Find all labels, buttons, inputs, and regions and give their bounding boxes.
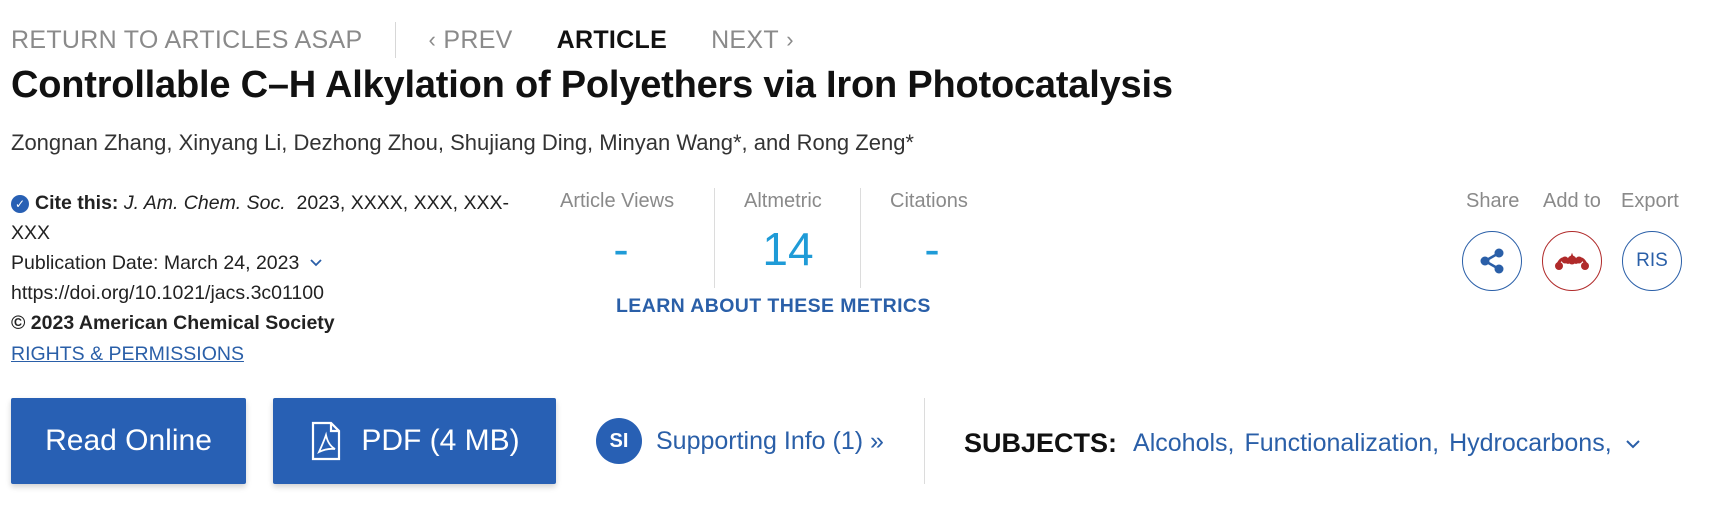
export-label: Export	[1621, 190, 1679, 212]
citations-label: Citations	[890, 190, 968, 212]
metrics-divider	[860, 188, 861, 288]
cite-line[interactable]: ✓ Cite this: J. Am. Chem. Soc. 2023, XXXX…	[11, 188, 531, 248]
pdf-label: PDF (4 MB)	[361, 424, 520, 457]
prev-link[interactable]: ‹ PREV	[428, 26, 512, 55]
publication-date[interactable]: Publication Date: March 24, 2023	[11, 248, 531, 278]
share-icon	[1480, 248, 1504, 274]
nav-divider	[395, 22, 397, 58]
actions-divider	[924, 398, 925, 484]
subjects-label: SUBJECTS:	[964, 428, 1118, 458]
pdf-download-button[interactable]: PDF (4 MB)	[273, 398, 556, 484]
article-title: Controllable C–H Alkylation of Polyether…	[11, 64, 1173, 106]
copyright-notice: © 2023 American Chemical Society	[11, 312, 335, 334]
share-button[interactable]	[1462, 231, 1522, 291]
rights-permissions-link[interactable]: RIGHTS & PERMISSIONS	[11, 343, 244, 366]
doi-link[interactable]: https://doi.org/10.1021/jacs.3c01100	[11, 278, 531, 308]
chevron-down-icon	[310, 259, 322, 267]
learn-about-metrics-link[interactable]: LEARN ABOUT THESE METRICS	[616, 295, 931, 318]
subject-link[interactable]: Hydrocarbons	[1449, 429, 1605, 458]
chevron-right-icon: ›	[786, 27, 794, 52]
next-label: NEXT	[711, 25, 779, 54]
subject-separator: ,	[1604, 429, 1612, 457]
subject-separator: ,	[1432, 429, 1440, 457]
pdf-icon	[312, 421, 341, 461]
article-views-value: -	[613, 223, 629, 275]
chevron-left-icon: ‹	[428, 27, 437, 52]
subject-link[interactable]: Alcohols	[1133, 429, 1228, 458]
supporting-info-label: Supporting Info (1) »	[656, 426, 884, 455]
read-online-button[interactable]: Read Online	[11, 398, 246, 484]
chevron-down-icon[interactable]	[1624, 438, 1642, 450]
cite-label: Cite this:	[35, 192, 119, 214]
mendeley-icon	[1555, 252, 1589, 270]
export-ris-button[interactable]: RIS	[1622, 231, 1682, 291]
check-circle-icon: ✓	[11, 195, 29, 213]
altmetric-label: Altmetric	[744, 190, 822, 212]
share-label: Share	[1466, 190, 1520, 212]
prev-label: PREV	[443, 25, 513, 54]
current-article-label: ARTICLE	[556, 25, 668, 54]
si-badge-icon: SI	[596, 418, 642, 464]
subject-separator: ,	[1227, 429, 1235, 457]
supporting-info-link[interactable]: SI Supporting Info (1) »	[596, 418, 884, 464]
altmetric-score[interactable]: 14	[718, 222, 858, 276]
mendeley-add-button[interactable]	[1542, 231, 1602, 291]
metrics-divider	[714, 188, 715, 288]
next-link[interactable]: NEXT ›	[711, 26, 794, 55]
article-nav: RETURN TO ARTICLES ASAP ‹ PREV ARTICLE N…	[11, 20, 794, 60]
publication-date-text: Publication Date: March 24, 2023	[11, 252, 300, 274]
return-to-articles-link[interactable]: RETURN TO ARTICLES ASAP	[11, 26, 362, 55]
subject-link[interactable]: Functionalization	[1244, 429, 1432, 458]
add-to-label: Add to	[1543, 190, 1601, 212]
citations-value: -	[924, 223, 940, 275]
article-views-label: Article Views	[560, 190, 675, 212]
subjects-list: SUBJECTS: Alcohols, Functionalization, H…	[964, 428, 1642, 459]
journal-name: J. Am. Chem. Soc.	[123, 192, 286, 214]
citation-block: ✓ Cite this: J. Am. Chem. Soc. 2023, XXXX…	[11, 188, 531, 338]
author-list[interactable]: Zongnan Zhang, Xinyang Li, Dezhong Zhou,…	[11, 130, 914, 156]
export-ris-label: RIS	[1636, 250, 1668, 271]
